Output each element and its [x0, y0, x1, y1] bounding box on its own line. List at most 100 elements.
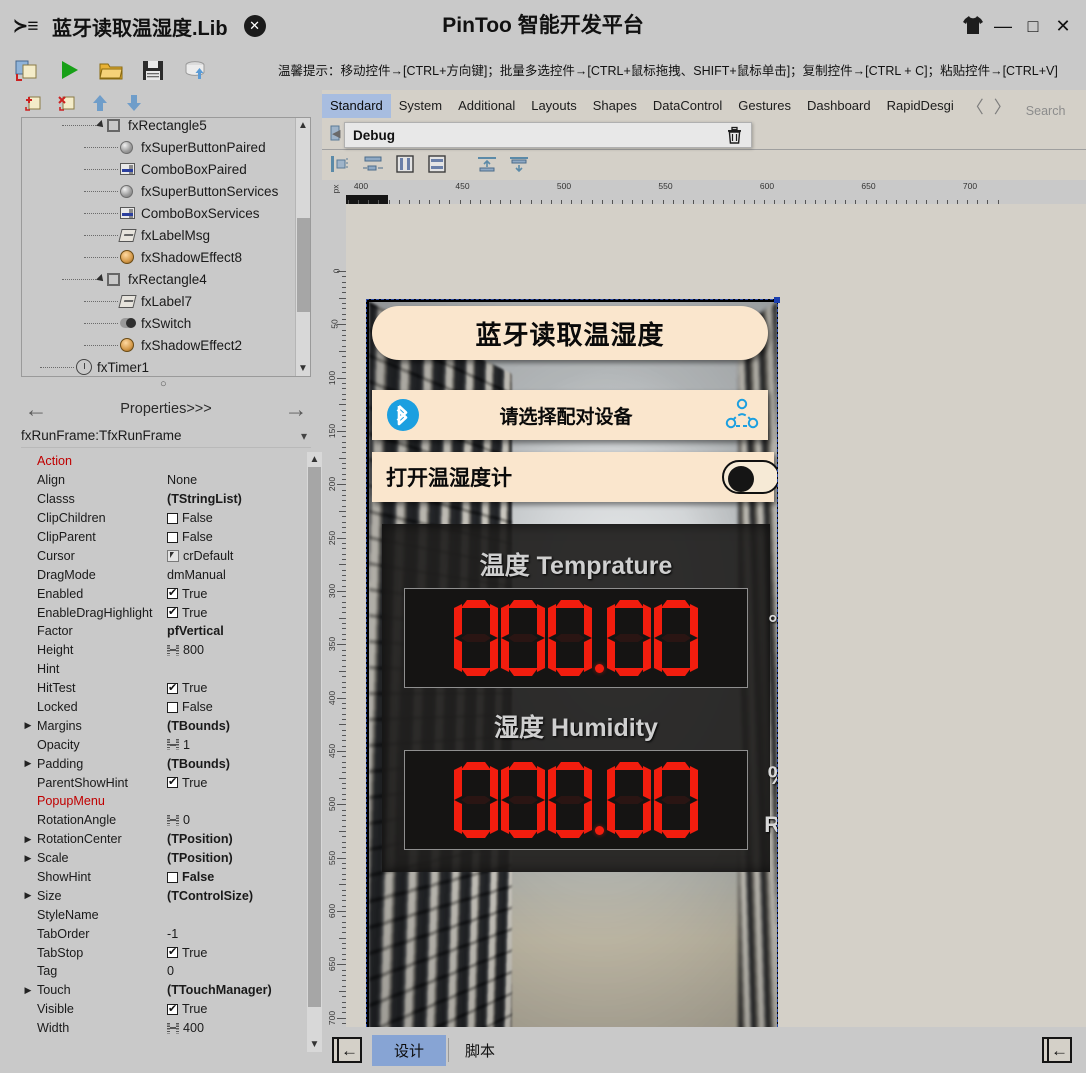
property-row-rotationcenter[interactable]: ▶ RotationCenter (TPosition) — [21, 830, 311, 849]
palette-tab-additional[interactable]: Additional — [450, 94, 523, 118]
properties-scroll-thumb[interactable] — [308, 467, 321, 1007]
align-bottom-icon[interactable] — [508, 154, 532, 176]
tab-script[interactable]: 脚本 — [451, 1035, 509, 1066]
tab-design[interactable]: 设计 — [372, 1034, 447, 1066]
property-row-parentshowhint[interactable]: ParentShowHint True — [21, 773, 311, 792]
object-selector[interactable]: fxRunFrame:TfxRunFrame ▾ — [21, 424, 311, 448]
tree-scrollbar[interactable]: ▲ ▼ — [295, 118, 310, 376]
component-tree[interactable]: fxRectangle5 fxSuperButtonPaired ComboBoxP… — [21, 117, 311, 377]
property-row-align[interactable]: Align None — [21, 471, 311, 490]
property-value[interactable]: False — [167, 700, 311, 714]
thermometer-switch-row[interactable]: 打开温湿度计 — [372, 452, 777, 502]
tree-scroll-up-icon[interactable]: ▲ — [296, 118, 310, 133]
align-spacing-icon[interactable] — [362, 154, 386, 176]
properties-scrollbar[interactable]: ▲ ▼ — [307, 452, 322, 1052]
debug-panel[interactable]: Debug — [344, 122, 752, 148]
property-row-scale[interactable]: ▶ Scale (TPosition) — [21, 849, 311, 868]
palette-tab-rapiddesgi[interactable]: RapidDesgi — [879, 94, 962, 118]
property-value[interactable]: True — [167, 605, 311, 620]
align-left-icon[interactable] — [330, 154, 354, 176]
trash-icon[interactable] — [726, 126, 743, 144]
property-row-padding[interactable]: ▶ Padding (TBounds) — [21, 754, 311, 773]
move-up-icon[interactable] — [92, 94, 112, 114]
property-row-factor[interactable]: Factor pfVertical — [21, 622, 311, 641]
tree-scroll-down-icon[interactable]: ▼ — [296, 361, 310, 376]
property-row-width[interactable]: Width 400 — [21, 1019, 311, 1038]
tree-item-fxtimer1[interactable]: fxTimer1 — [22, 356, 294, 376]
open-folder-icon[interactable] — [98, 57, 126, 85]
palette-tab-system[interactable]: System — [391, 94, 450, 118]
property-value[interactable]: 400 — [167, 1021, 311, 1035]
property-row-rotationangle[interactable]: RotationAngle 0 — [21, 811, 311, 830]
tree-item-fxlabelmsg[interactable]: fxLabelMsg — [22, 224, 294, 246]
tree-item-comboboxservices[interactable]: ComboBoxServices — [22, 202, 294, 224]
property-value[interactable]: 800 — [167, 643, 311, 657]
property-row-showhint[interactable]: ShowHint False — [21, 868, 311, 887]
property-expander-icon[interactable]: ▶ — [21, 758, 35, 769]
palette-search-input[interactable]: Search — [1026, 104, 1066, 118]
add-node-icon[interactable] — [24, 94, 44, 114]
property-value[interactable]: (TPosition) — [167, 832, 311, 846]
form-selection[interactable]: 蓝牙读取温湿度 请选择配对设备 打开温湿度计 温度 Temprature ° 湿… — [366, 297, 780, 1073]
property-value[interactable]: (TPosition) — [167, 851, 311, 865]
panel-splitter-handle[interactable]: ○ — [160, 378, 167, 390]
database-upload-icon[interactable] — [182, 57, 210, 85]
property-row-size[interactable]: ▶ Size (TControlSize) — [21, 886, 311, 905]
property-row-locked[interactable]: Locked False — [21, 698, 311, 717]
property-row-clipparent[interactable]: ClipParent False — [21, 528, 311, 547]
property-row-dragmode[interactable]: DragMode dmManual — [21, 565, 311, 584]
property-value[interactable]: 0 — [167, 813, 311, 827]
property-expander-icon[interactable]: ▶ — [21, 853, 35, 864]
properties-list[interactable]: Action Align None Classs (TStringList) ClipCh… — [21, 452, 311, 1057]
move-down-icon[interactable] — [126, 94, 146, 114]
tree-expander-icon[interactable] — [96, 120, 106, 130]
property-row-enabled[interactable]: Enabled True — [21, 584, 311, 603]
save-icon[interactable] — [140, 57, 168, 85]
delete-node-icon[interactable] — [58, 94, 78, 114]
property-value[interactable]: False — [167, 870, 311, 884]
tree-item-fxshadoweffect2[interactable]: fxShadowEffect2 — [22, 334, 294, 356]
debug-collapse-arrow[interactable]: ◀ — [332, 127, 340, 140]
design-canvas[interactable]: 蓝牙读取温湿度 请选择配对设备 打开温湿度计 温度 Temprature ° 湿… — [346, 204, 1086, 1073]
tree-scroll-thumb[interactable] — [297, 218, 310, 312]
property-row-opacity[interactable]: Opacity 1 — [21, 735, 311, 754]
pair-device-row[interactable]: 请选择配对设备 — [372, 390, 768, 440]
property-value[interactable]: 1 — [167, 738, 311, 752]
tree-item-fxlabel7[interactable]: fxLabel7 — [22, 290, 294, 312]
property-expander-icon[interactable]: ▶ — [21, 720, 35, 731]
property-row-taborder[interactable]: TabOrder -1 — [21, 924, 311, 943]
thermometer-toggle[interactable] — [722, 460, 777, 494]
checkbox-checked[interactable] — [167, 586, 178, 600]
checkbox-checked[interactable] — [167, 605, 178, 619]
property-row-tag[interactable]: Tag 0 — [21, 962, 311, 981]
property-value[interactable]: (TStringList) — [167, 492, 311, 506]
checkbox-checked[interactable] — [167, 1002, 178, 1015]
property-value[interactable]: False — [167, 511, 311, 525]
slider-handle-icon[interactable] — [167, 1022, 179, 1034]
grid-columns-icon[interactable] — [394, 154, 418, 176]
palette-next-icon[interactable]: 〉 — [989, 93, 1016, 118]
checkbox-unchecked[interactable] — [167, 871, 178, 883]
checkbox-checked[interactable] — [167, 681, 178, 694]
hamburger-list-icon[interactable]: ≻≡ — [12, 15, 38, 38]
property-value[interactable]: True — [167, 775, 311, 790]
properties-scroll-down-icon[interactable]: ▼ — [307, 1037, 322, 1052]
palette-prev-icon[interactable]: 〈 — [962, 93, 989, 118]
palette-tab-gestures[interactable]: Gestures — [730, 94, 799, 118]
property-value[interactable]: (TTouchManager) — [167, 983, 311, 997]
property-row-touch[interactable]: ▶ Touch (TTouchManager) — [21, 981, 311, 1000]
new-file-icon[interactable] — [14, 57, 42, 85]
properties-scroll-up-icon[interactable]: ▲ — [307, 452, 322, 467]
property-value[interactable]: True — [167, 681, 311, 695]
property-value[interactable]: True — [167, 945, 311, 960]
palette-tab-standard[interactable]: Standard — [322, 94, 391, 118]
document-close-icon[interactable]: ✕ — [243, 15, 266, 37]
property-value[interactable]: None — [167, 473, 311, 487]
grid-rows-icon[interactable] — [426, 154, 450, 176]
checkbox-unchecked[interactable] — [167, 701, 178, 713]
checkbox-unchecked[interactable] — [167, 531, 178, 543]
tree-item-fxshadoweffect8[interactable]: fxShadowEffect8 — [22, 246, 294, 268]
checkbox-checked[interactable] — [167, 945, 178, 959]
property-value[interactable]: 0 — [167, 964, 311, 978]
palette-tab-datacontrol[interactable]: DataControl — [645, 94, 730, 118]
